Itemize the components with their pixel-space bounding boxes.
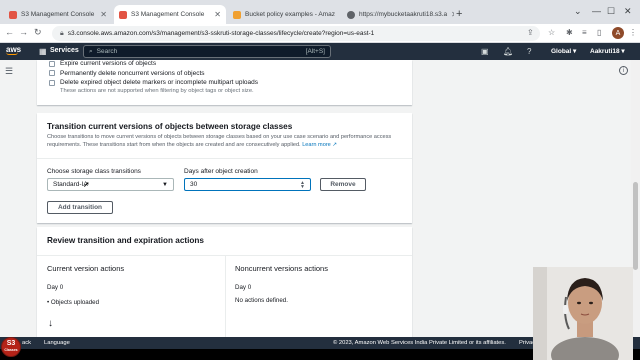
days-input[interactable]: 30 ▲ ▼ — [184, 178, 311, 191]
bell-icon[interactable]: 🔔︎ — [503, 47, 513, 56]
star-icon[interactable]: ☆ — [548, 28, 555, 37]
browser-tab-title: Bucket policy examples - Amaz — [245, 11, 335, 18]
browser-tab-title: https://mybucketaakruti18.s3.a — [359, 11, 448, 18]
plus-icon[interactable]: + — [456, 8, 462, 20]
url-text: s3.console.aws.amazon.com/s3/management/… — [67, 30, 375, 37]
transition-description: Choose transitions to move current versi… — [47, 134, 392, 148]
language-selector[interactable]: Language — [44, 340, 70, 346]
chevron-down-icon[interactable]: ⌄ — [574, 6, 582, 17]
current-day: Day 0 — [47, 284, 64, 291]
extensions-icon[interactable]: ✱ — [566, 28, 573, 37]
divider — [37, 158, 412, 159]
aws-logo[interactable]: aws — [6, 45, 21, 55]
aws-console-header: aws ▦ Services ⌕ Search [Alt+S] ▣ 🔔︎ ? G… — [0, 43, 640, 60]
browser-tab-title: S3 Management Console — [131, 11, 205, 18]
storage-class-select[interactable]: Standard-IA ▼ — [47, 178, 174, 191]
close-tab-icon[interactable]: ✕ — [96, 10, 107, 19]
s3-favicon-icon — [9, 10, 17, 19]
mouse-cursor-icon: ➚ — [83, 180, 90, 189]
region-selector[interactable]: Global ▾ — [551, 47, 576, 55]
external-link-icon: ↗ — [332, 141, 338, 148]
cloudshell-icon[interactable]: ▣ — [481, 47, 489, 56]
checkbox-label: Delete expired object delete markers or … — [60, 79, 258, 87]
reload-icon[interactable]: ↻ — [34, 27, 42, 38]
checkbox-expire-current[interactable]: Expire current versions of objects — [49, 59, 412, 69]
checkbox-label: Expire current versions of objects — [60, 60, 157, 68]
checkbox[interactable] — [49, 60, 55, 67]
checkbox[interactable] — [49, 79, 55, 86]
browser-tab-3[interactable]: Bucket policy examples - Amaz ✕ — [228, 5, 340, 24]
maximize-icon[interactable]: ☐ — [607, 6, 615, 17]
address-bar-row: ← → ↻ 🔒︎ s3.console.aws.amazon.com/s3/ma… — [0, 24, 640, 43]
account-menu[interactable]: Aakruti18 ▾ — [590, 47, 625, 55]
side-nav-strip: ☰ — [0, 60, 20, 337]
checkbox[interactable] — [49, 70, 55, 77]
arrow-down-icon: ↓ — [48, 318, 53, 329]
search-placeholder: Search — [96, 48, 118, 55]
stepper-icon[interactable]: ▲ ▼ — [300, 180, 305, 189]
current-action-item: Objects uploaded — [47, 299, 99, 306]
browser-menu-icon[interactable]: ⋮ — [629, 28, 637, 37]
services-menu[interactable]: Services — [50, 47, 79, 54]
search-input[interactable]: ⌕ Search [Alt+S] — [83, 45, 331, 58]
search-shortcut: [Alt+S] — [305, 48, 325, 55]
minimize-icon[interactable]: — — [592, 6, 601, 16]
review-title: Review transition and expiration actions — [47, 236, 204, 245]
remove-button[interactable]: Remove — [320, 178, 366, 191]
actions-hint: These actions are not supported when fil… — [60, 87, 254, 94]
noncurrent-day: Day 0 — [235, 284, 252, 291]
noncurrent-actions-heading: Noncurrent versions actions — [235, 264, 328, 273]
back-arrow-icon[interactable]: ← — [5, 27, 14, 37]
days-value: 30 — [190, 181, 198, 188]
checkbox-delete-markers[interactable]: Delete expired object delete markers or … — [49, 78, 412, 88]
browser-tab-4[interactable]: https://mybucketaakruti18.s3.a ✕ — [342, 5, 454, 24]
current-actions-heading: Current version actions — [47, 264, 125, 273]
services-grid-icon[interactable]: ▦ — [39, 47, 47, 56]
close-tab-icon[interactable]: ✕ — [335, 10, 340, 19]
s3-classes-badge: S3 Classes — [1, 337, 21, 357]
url-input[interactable]: 🔒︎ s3.console.aws.amazon.com/s3/manageme… — [52, 26, 540, 41]
docs-favicon-icon — [233, 10, 241, 19]
media-icon[interactable]: ≡ — [582, 28, 587, 37]
copyright-text: © 2023, Amazon Web Services India Privat… — [333, 340, 506, 346]
info-panel-icon[interactable]: i — [619, 66, 628, 75]
browser-tab-bar: S3 Management Console ✕ S3 Management Co… — [0, 0, 640, 24]
hamburger-menu-icon[interactable]: ☰ — [5, 66, 13, 77]
browser-tab-title: S3 Management Console — [21, 11, 95, 18]
search-icon: ⌕ — [89, 47, 93, 55]
webcam-overlay — [533, 267, 633, 360]
profile-avatar[interactable]: A — [612, 27, 624, 39]
browser-tab-1[interactable]: S3 Management Console ✕ — [4, 5, 112, 24]
presenter-image — [533, 267, 633, 360]
caret-down-icon: ▼ — [162, 181, 168, 188]
sidepanel-icon[interactable]: ▯ — [597, 28, 601, 37]
lock-icon: 🔒︎ — [60, 29, 64, 37]
forward-arrow-icon[interactable]: → — [19, 27, 28, 37]
s3-favicon-icon — [119, 10, 127, 19]
noncurrent-action-item: No actions defined. — [235, 297, 288, 304]
share-icon[interactable]: ⇪ — [527, 28, 534, 37]
close-tab-icon[interactable]: ✕ — [447, 10, 454, 19]
help-icon[interactable]: ? — [527, 47, 531, 56]
checkbox-delete-noncurrent[interactable]: Permanently delete noncurrent versions o… — [49, 69, 412, 79]
lifecycle-actions-panel: Expire current versions of objects Perma… — [37, 60, 412, 105]
close-tab-icon[interactable]: ✕ — [210, 10, 221, 19]
feedback-link[interactable]: ack — [22, 340, 31, 346]
browser-tab-2[interactable]: S3 Management Console ✕ — [114, 5, 226, 24]
transition-title: Transition current versions of objects b… — [47, 122, 293, 131]
checkbox-label: Permanently delete noncurrent versions o… — [60, 69, 205, 77]
globe-favicon-icon — [347, 10, 355, 19]
learn-more-link[interactable]: Learn more ↗ — [302, 142, 337, 148]
close-window-icon[interactable]: ✕ — [624, 6, 632, 17]
add-transition-button[interactable]: Add transition — [47, 201, 113, 214]
scrollbar-thumb[interactable] — [633, 182, 638, 270]
days-label: Days after object creation — [184, 168, 258, 175]
storage-class-label: Choose storage class transitions — [47, 168, 141, 175]
column-divider — [225, 256, 226, 337]
